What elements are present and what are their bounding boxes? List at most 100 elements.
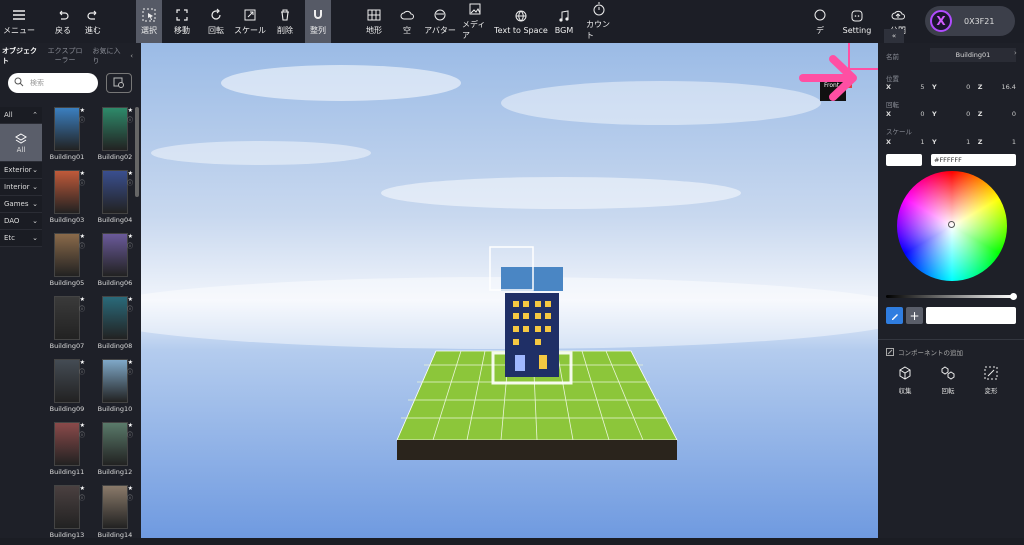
text-to-space-button[interactable]: Text to Space [494, 0, 548, 43]
tab-objects[interactable]: オブジェクト [2, 46, 38, 66]
favorite-star-icon[interactable]: ★ [80, 485, 85, 492]
favorite-star-icon[interactable]: ★ [128, 107, 133, 114]
object-item[interactable]: ★ ⓘ Building13 [45, 485, 89, 545]
undo-button[interactable]: 戻る [52, 0, 74, 43]
favorite-star-icon[interactable]: ★ [128, 296, 133, 303]
chevron-right-icon[interactable]: › [1014, 49, 1017, 57]
object-item[interactable]: ★ ⓘ Building10 [93, 359, 137, 419]
info-icon[interactable]: ⓘ [79, 430, 85, 439]
move-tool-button[interactable]: 移動 [170, 0, 194, 43]
collapse-chevron-icon[interactable]: ‹ [130, 52, 133, 60]
avatar-button[interactable]: アバター [422, 0, 458, 43]
object-item[interactable]: ★ ⓘ Building14 [93, 485, 137, 545]
favorite-star-icon[interactable]: ★ [128, 170, 133, 177]
scale-tool-button[interactable]: スケール [232, 0, 268, 43]
design-button[interactable]: デ [806, 0, 834, 43]
info-icon[interactable]: ⓘ [127, 178, 133, 187]
library-scrollbar[interactable] [135, 107, 139, 197]
component-transform-button[interactable]: 変形 [976, 365, 1006, 395]
object-item[interactable]: ★ ⓘ Building08 [93, 296, 137, 356]
terrain-button[interactable]: 地形 [363, 0, 385, 43]
favorite-star-icon[interactable]: ★ [80, 296, 85, 303]
object-item[interactable]: ★ ⓘ Building11 [45, 422, 89, 482]
setting-button[interactable]: Setting [843, 0, 871, 43]
favorite-star-icon[interactable]: ★ [80, 422, 85, 429]
double-chevron-left-icon: « [891, 32, 897, 40]
object-item[interactable]: ★ ⓘ Building06 [93, 233, 137, 293]
info-icon[interactable]: ⓘ [79, 115, 85, 124]
sky-button[interactable]: 空 [396, 0, 418, 43]
category-dao[interactable]: DAO ⌄ [0, 213, 42, 230]
info-icon[interactable]: ⓘ [79, 241, 85, 250]
object-item[interactable]: ★ ⓘ Building05 [45, 233, 89, 293]
color-preset-field[interactable] [926, 307, 1016, 324]
category-interior[interactable]: Interior ⌄ [0, 179, 42, 196]
info-icon[interactable]: ⓘ [127, 430, 133, 439]
add-component-header[interactable]: コンポーネントの追加 [886, 347, 963, 357]
tab-explorer[interactable]: エクスプローラー [46, 47, 85, 65]
info-icon[interactable]: ⓘ [79, 304, 85, 313]
object-item[interactable]: ★ ⓘ Building02 [93, 107, 137, 167]
slider-handle[interactable] [1010, 293, 1017, 300]
color-picker-handle[interactable] [948, 221, 955, 228]
search-input[interactable]: 検索 [8, 73, 98, 93]
tab-favorites[interactable]: お気に入り [93, 46, 123, 66]
color-wheel[interactable] [897, 171, 1007, 281]
favorite-star-icon[interactable]: ★ [80, 107, 85, 114]
component-rotate-button[interactable]: 回転 [933, 365, 963, 395]
select-tool-button[interactable]: 選択 [136, 0, 162, 43]
info-icon[interactable]: ⓘ [127, 493, 133, 502]
info-icon[interactable]: ⓘ [127, 367, 133, 376]
category-all[interactable]: All [0, 124, 42, 162]
favorite-star-icon[interactable]: ★ [80, 359, 85, 366]
info-icon[interactable]: ⓘ [79, 493, 85, 502]
redo-button[interactable]: 進む [82, 0, 104, 43]
building-thumbnail [102, 107, 128, 151]
object-item-label: Building04 [97, 216, 133, 224]
component-collect-button[interactable]: 収集 [890, 365, 920, 395]
object-item[interactable]: ★ ⓘ Building12 [93, 422, 137, 482]
favorite-star-icon[interactable]: ★ [80, 233, 85, 240]
3d-viewport[interactable]: Front [141, 43, 878, 538]
rotate-tool-button[interactable]: 回転 [204, 0, 228, 43]
category-dropdown-all[interactable]: All ⌃ [0, 107, 42, 124]
object-name-field[interactable]: Building01 [930, 48, 1016, 62]
object-item[interactable]: ★ ⓘ Building07 [45, 296, 89, 356]
delete-button[interactable]: 削除 [274, 0, 296, 43]
favorite-star-icon[interactable]: ★ [80, 170, 85, 177]
add-color-button[interactable]: + [906, 307, 923, 324]
info-icon[interactable]: ⓘ [79, 178, 85, 187]
object-item[interactable]: ★ ⓘ Building04 [93, 170, 137, 230]
category-games[interactable]: Games ⌄ [0, 196, 42, 213]
info-icon[interactable]: ⓘ [127, 304, 133, 313]
brightness-slider[interactable] [886, 293, 1017, 300]
object-item[interactable]: ★ ⓘ Building03 [45, 170, 89, 230]
media-button[interactable]: メディア [462, 0, 488, 43]
favorite-star-icon[interactable]: ★ [128, 233, 133, 240]
collapse-panel-button[interactable]: « [884, 29, 904, 43]
wallet-button[interactable]: X 0X3F21 [925, 6, 1015, 36]
info-icon[interactable]: ⓘ [127, 115, 133, 124]
favorite-star-icon[interactable]: ★ [128, 359, 133, 366]
color-swatch[interactable] [886, 154, 922, 166]
info-icon[interactable]: ⓘ [79, 367, 85, 376]
info-icon[interactable]: ⓘ [127, 241, 133, 250]
scale-fields[interactable]: X1 Y1 Z1 [886, 138, 1016, 146]
favorite-star-icon[interactable]: ★ [128, 422, 133, 429]
align-snap-button[interactable]: 整列 [305, 0, 331, 43]
object-item[interactable]: ★ ⓘ Building01 [45, 107, 89, 167]
object-item[interactable]: ★ ⓘ Building09 [45, 359, 89, 419]
building-model[interactable] [501, 267, 563, 377]
rotation-fields[interactable]: X0 Y0 Z0 [886, 110, 1016, 118]
favorite-star-icon[interactable]: ★ [128, 485, 133, 492]
position-fields[interactable]: X5 Y0 Z 16.4 [886, 83, 1016, 91]
image-search-button[interactable] [106, 73, 132, 93]
category-etc[interactable]: Etc ⌄ [0, 230, 42, 247]
color-hex-input[interactable]: #FFFFFF [931, 154, 1016, 166]
menu-button[interactable]: メニュー [2, 0, 36, 43]
count-button[interactable]: カウント [586, 0, 612, 43]
building-thumbnail [54, 359, 80, 403]
bgm-button[interactable]: BGM [552, 0, 576, 43]
category-exterior[interactable]: Exterior ⌄ [0, 162, 42, 179]
eyedropper-button[interactable] [886, 307, 903, 324]
